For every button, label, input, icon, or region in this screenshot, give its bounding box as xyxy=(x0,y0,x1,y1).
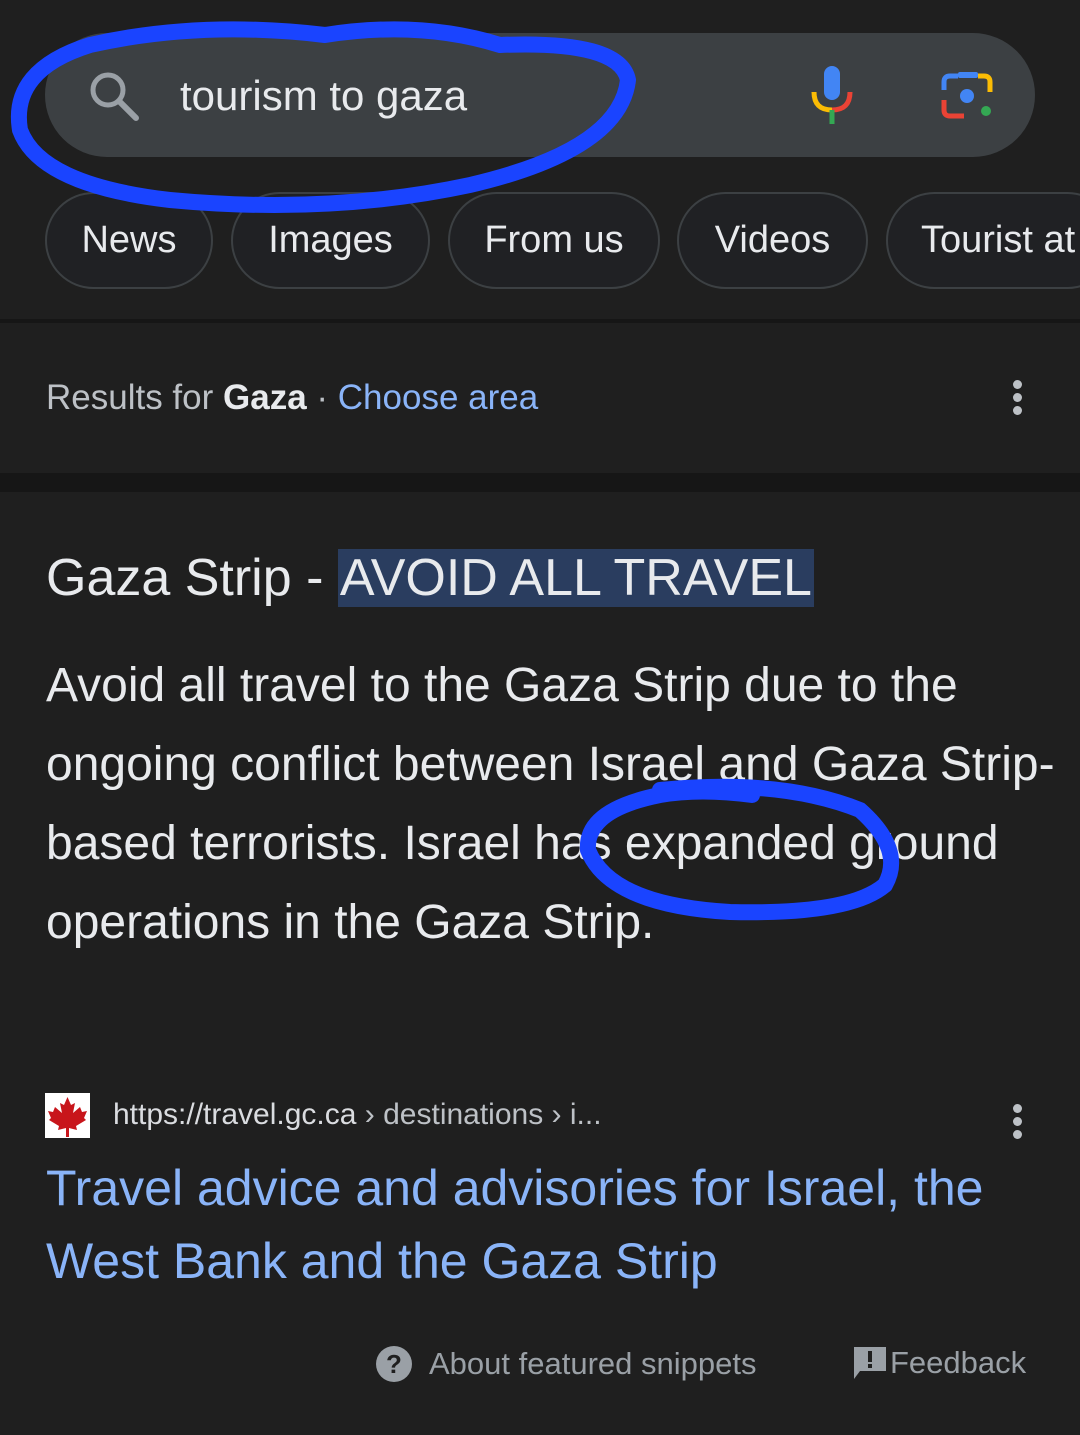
choose-area-link[interactable]: Choose area xyxy=(338,378,538,417)
location-notice: Results for Gaza · Choose area xyxy=(46,376,538,420)
source-path: › destinations › i... xyxy=(356,1098,602,1131)
more-options-icon[interactable] xyxy=(1013,380,1023,419)
microphone-icon[interactable] xyxy=(808,64,856,126)
location-name: Gaza xyxy=(223,378,307,417)
search-input[interactable]: tourism to gaza xyxy=(180,70,467,122)
feedback-icon xyxy=(854,1347,886,1379)
result-options-icon[interactable] xyxy=(1013,1104,1023,1143)
divider xyxy=(0,473,1080,492)
google-lens-icon[interactable] xyxy=(940,70,996,122)
feedback-button[interactable]: Feedback xyxy=(852,1345,1026,1381)
snippet-title-text: Gaza Strip - xyxy=(46,549,338,607)
search-icon[interactable] xyxy=(86,68,142,124)
results-prefix: Results for xyxy=(46,378,223,417)
chip-tourist-attractions[interactable]: Tourist at xyxy=(886,192,1080,289)
result-link[interactable]: Travel advice and advisories for Israel,… xyxy=(46,1152,1046,1298)
help-icon: ? xyxy=(376,1346,412,1382)
snippet-title: Gaza Strip - AVOID ALL TRAVEL xyxy=(46,543,814,613)
feedback-label: Feedback xyxy=(890,1345,1027,1380)
chip-videos[interactable]: Videos xyxy=(677,192,868,289)
about-featured-snippets[interactable]: ? About featured snippets xyxy=(375,1345,756,1383)
divider xyxy=(0,319,1080,323)
chip-images[interactable]: Images xyxy=(231,192,430,289)
snippet-text: Avoid all travel to the Gaza Strip due t… xyxy=(46,659,1055,949)
source-breadcrumb[interactable]: https://travel.gc.ca › destinations › i.… xyxy=(113,1094,602,1136)
svg-text:?: ? xyxy=(386,1349,402,1379)
chip-from-us[interactable]: From us xyxy=(448,192,660,289)
source-url: https://travel.gc.ca xyxy=(113,1098,357,1131)
snippet-title-highlight: AVOID ALL TRAVEL xyxy=(337,549,814,607)
canada-flag-favicon xyxy=(45,1093,90,1138)
separator: · xyxy=(306,378,338,417)
chip-news[interactable]: News xyxy=(45,192,213,289)
about-label: About featured snippets xyxy=(429,1346,757,1381)
